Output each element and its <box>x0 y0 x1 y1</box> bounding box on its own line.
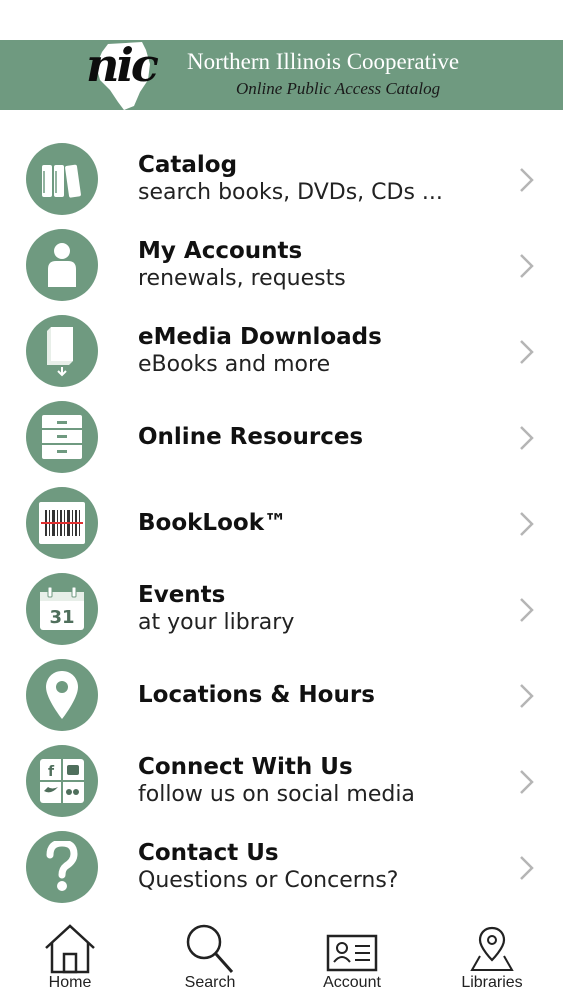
chevron-right-icon <box>520 684 534 708</box>
menu-item-emedia-downloads[interactable]: eMedia Downloads eBooks and more <box>0 308 563 394</box>
chevron-right-icon <box>520 770 534 794</box>
menu-label: Contact Us <box>138 840 279 866</box>
menu-label: eMedia Downloads <box>138 324 382 350</box>
social-media-icon: f <box>26 745 98 817</box>
location-icon <box>470 926 514 971</box>
chevron-right-icon <box>520 168 534 192</box>
menu-subtitle: follow us on social media <box>138 782 415 807</box>
menu-subtitle: renewals, requests <box>138 266 346 291</box>
menu-label: Events <box>138 582 226 608</box>
menu-item-my-accounts[interactable]: My Accounts renewals, requests <box>0 222 563 308</box>
menu-subtitle: at your library <box>138 610 295 635</box>
header-subtitle: Online Public Access Catalog <box>236 79 441 98</box>
map-pin-icon <box>26 659 98 731</box>
menu-subtitle: search books, DVDs, CDs ... <box>138 180 443 205</box>
menu-item-connect-with-us[interactable]: f Connect With Us follow us on social me… <box>0 738 563 824</box>
menu-label: Connect With Us <box>138 754 353 780</box>
tab-label: Account <box>323 974 381 991</box>
tab-account[interactable]: Account <box>292 918 412 1000</box>
menu-label: Locations & Hours <box>138 682 375 708</box>
chevron-right-icon <box>520 340 534 364</box>
menu-label: Online Resources <box>138 424 364 450</box>
menu-subtitle: Questions or Concerns? <box>138 868 399 893</box>
svg-text:f: f <box>48 764 55 780</box>
menu-item-catalog[interactable]: Catalog search books, DVDs, CDs ... <box>0 136 563 222</box>
tab-label: Home <box>48 974 92 991</box>
chevron-right-icon <box>520 856 534 880</box>
ebook-download-icon <box>26 315 98 387</box>
menu-item-booklook[interactable]: BookLook™ <box>0 480 563 566</box>
calendar-day: 31 <box>49 607 74 628</box>
tab-label: Libraries <box>461 974 523 991</box>
menu-item-contact-us[interactable]: Contact Us Questions or Concerns? <box>0 824 563 910</box>
books-icon <box>26 143 98 215</box>
search-icon <box>186 924 234 973</box>
menu-label: BookLook™ <box>138 510 287 536</box>
tab-label: Search <box>184 974 236 991</box>
barcode-icon <box>26 487 98 559</box>
file-cabinet-icon <box>26 401 98 473</box>
person-icon <box>26 229 98 301</box>
nic-logo: nic <box>86 40 159 92</box>
tab-libraries[interactable]: Libraries <box>432 918 552 1000</box>
header-title: Northern Illinois Cooperative <box>187 49 460 74</box>
menu-item-events[interactable]: 31 Events at your library <box>0 566 563 652</box>
tab-home[interactable]: Home <box>10 918 130 1000</box>
menu-item-online-resources[interactable]: Online Resources <box>0 394 563 480</box>
menu-label: My Accounts <box>138 238 303 264</box>
account-card-icon <box>326 934 378 972</box>
question-icon <box>26 831 98 903</box>
main-menu: Catalog search books, DVDs, CDs ... My A… <box>0 136 563 910</box>
chevron-right-icon <box>520 254 534 278</box>
menu-subtitle: eBooks and more <box>138 352 331 377</box>
menu-label: Catalog <box>138 152 238 178</box>
chevron-right-icon <box>520 598 534 622</box>
chevron-right-icon <box>520 512 534 536</box>
app-header: nic Northern Illinois Cooperative Online… <box>0 40 563 110</box>
chevron-right-icon <box>520 426 534 450</box>
calendar-icon: 31 <box>26 573 98 645</box>
bottom-tab-bar: Home Search Account Libraries <box>0 918 563 1000</box>
tab-search[interactable]: Search <box>150 918 270 1000</box>
menu-item-locations-hours[interactable]: Locations & Hours <box>0 652 563 738</box>
home-icon <box>45 924 95 974</box>
status-bar-area <box>0 0 563 40</box>
